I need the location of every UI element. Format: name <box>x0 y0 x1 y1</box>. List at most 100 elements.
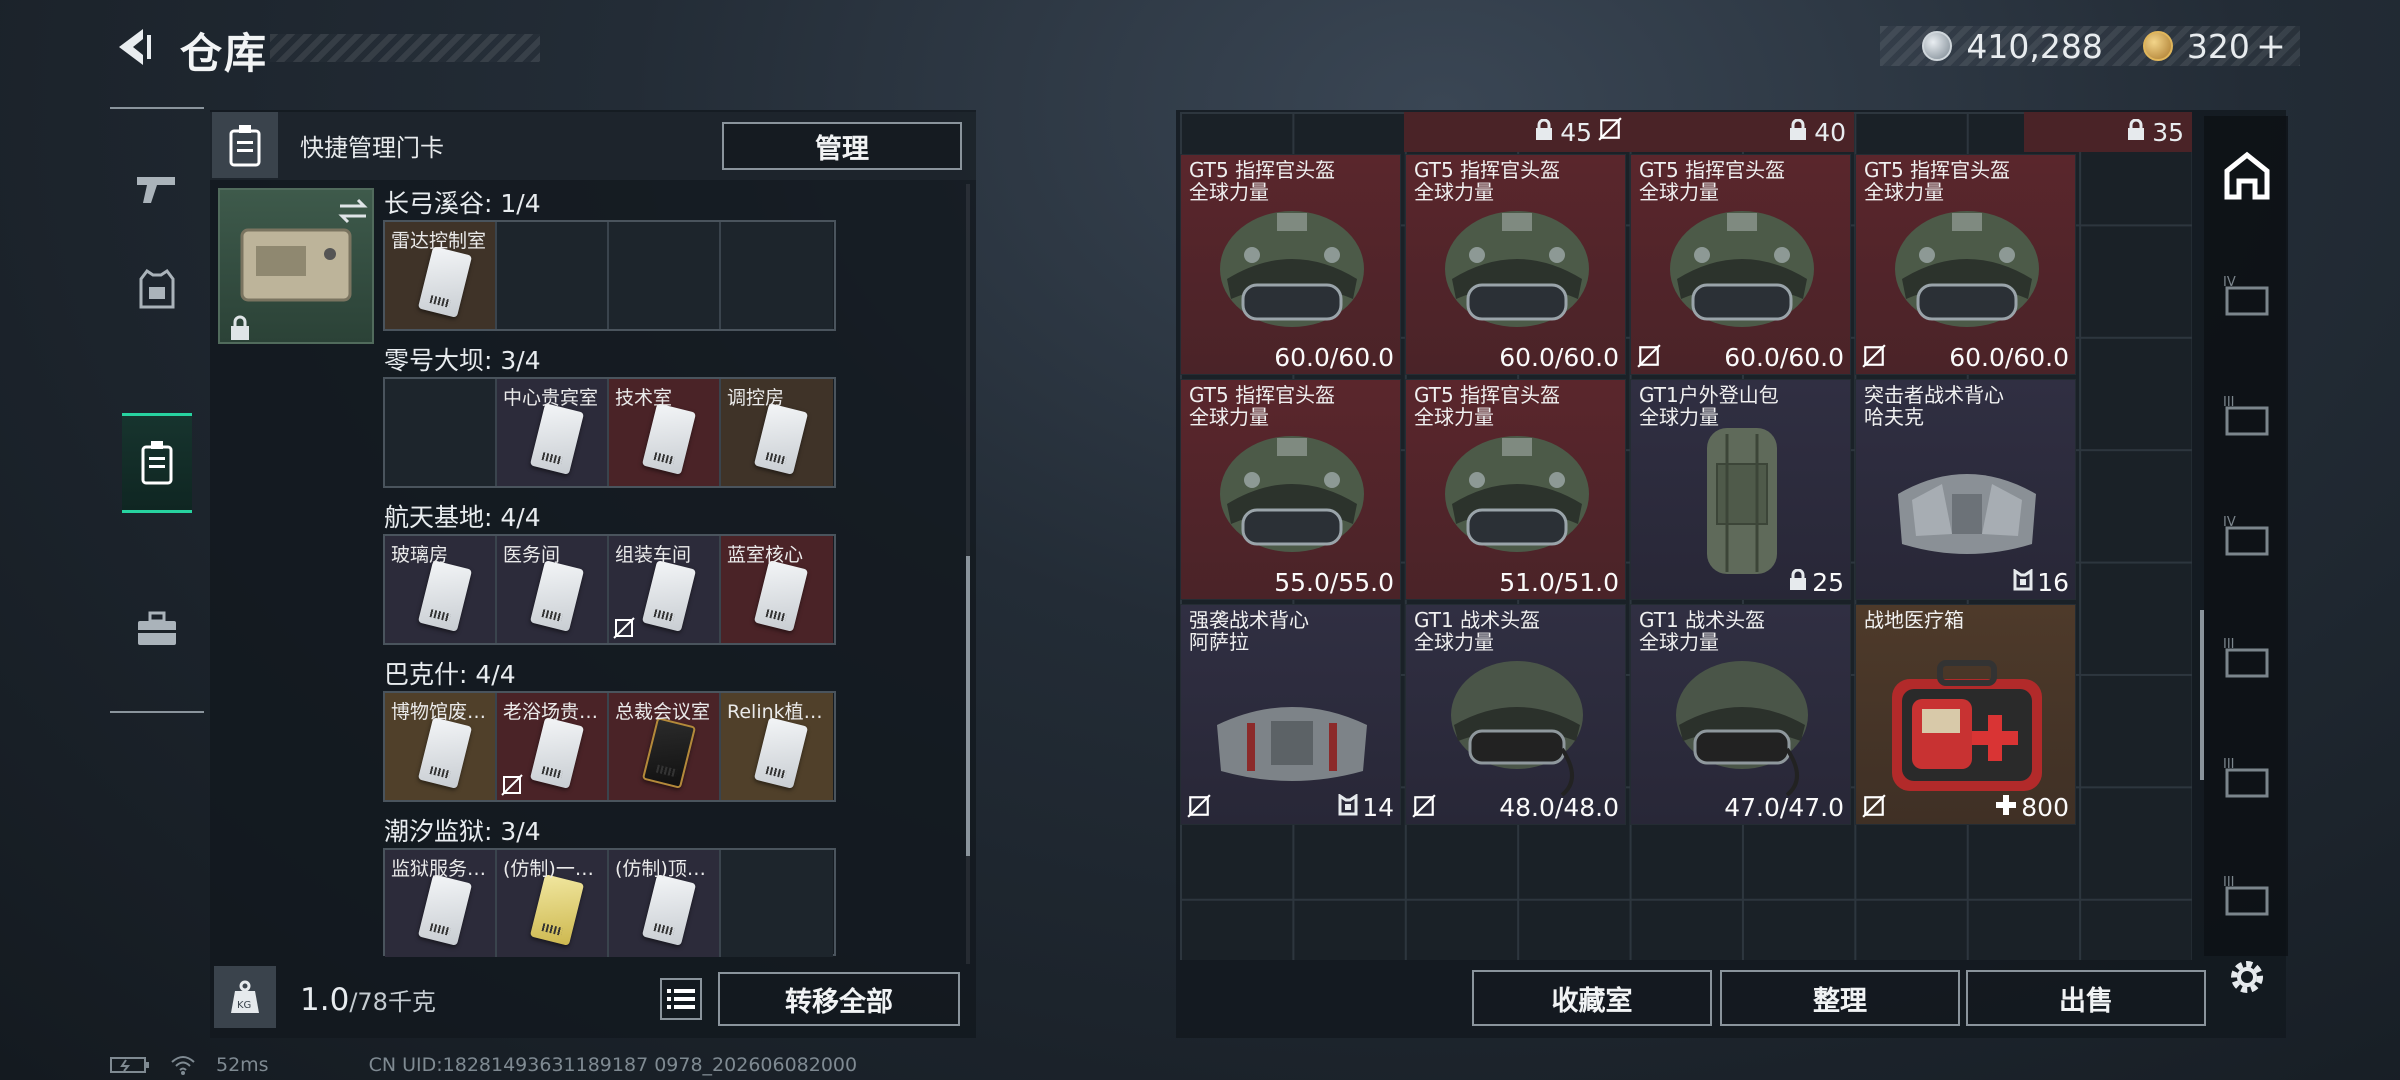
keycard-label: 组装车间 <box>615 544 692 566</box>
partial-item-strip[interactable]: 35 <box>2024 112 2192 152</box>
inventory-item[interactable]: GT5 指挥官头盔 全球力量 60.0/60.0 <box>1405 154 1626 375</box>
battery-icon <box>110 1057 149 1073</box>
nav-gear[interactable] <box>122 239 192 339</box>
item-stat: 14 <box>1338 793 1394 822</box>
empty-keycard-slot[interactable] <box>721 850 833 957</box>
keycard-label: 医务间 <box>503 544 561 566</box>
weight-value: 1.0 <box>300 982 350 1018</box>
storage-tabs-scrollbar[interactable] <box>2200 610 2204 780</box>
capacity-icon <box>1534 118 1554 147</box>
empty-keycard-slot[interactable] <box>497 222 609 329</box>
item-stat: 48.0/48.0 <box>1499 793 1619 822</box>
item-stat-value: 60.0/60.0 <box>1724 343 1844 372</box>
item-stat: 60.0/60.0 <box>1724 343 1844 372</box>
keycard-slot[interactable]: 监狱服务… <box>385 850 497 957</box>
keycard-slot[interactable]: (仿制)顶… <box>609 850 721 957</box>
non-tradeable-icon <box>1862 344 1886 368</box>
tab-storage-iii-2[interactable]: III <box>2216 626 2278 688</box>
toolbox-icon <box>138 611 176 645</box>
sort-button[interactable]: 整理 <box>1720 970 1960 1026</box>
tab-storage-iii-4[interactable]: III <box>2216 864 2278 926</box>
left-category-nav <box>110 107 204 713</box>
keycard-slot[interactable]: 老浴场贵… <box>497 693 609 800</box>
keycard-case-slot[interactable] <box>218 188 374 344</box>
ping-readout: 52ms <box>216 1054 269 1076</box>
keycard-slot[interactable]: 总裁会议室 <box>609 693 721 800</box>
list-view-button[interactable] <box>660 978 702 1020</box>
weight-capacity: /78千克 <box>349 988 436 1016</box>
list-icon <box>667 989 695 1009</box>
keycard-slot[interactable]: 调控房 <box>721 379 833 486</box>
item-stat: 51.0/51.0 <box>1499 568 1619 597</box>
keycard-slot[interactable]: 医务间 <box>497 536 609 643</box>
tab-storage-iv-2[interactable]: IV <box>2216 504 2278 566</box>
keycard-slot[interactable]: 玻璃房 <box>385 536 497 643</box>
keycard-label: 调控房 <box>727 387 785 409</box>
keycard-slot-row: 监狱服务… (仿制)一… (仿制)顶… <box>383 848 836 957</box>
item-stat: 16 <box>2013 568 2069 597</box>
gun-icon <box>137 177 175 203</box>
sell-button[interactable]: 出售 <box>1966 970 2206 1026</box>
page-title: 仓库 <box>180 29 269 78</box>
collection-room-button[interactable]: 收藏室 <box>1472 970 1712 1026</box>
status-bar: 52ms CN UID:18281493631189187 0978_20260… <box>110 1054 857 1076</box>
keycard-label: 老浴场贵… <box>503 701 599 723</box>
nav-toolbox[interactable] <box>122 579 192 679</box>
inventory-item[interactable]: GT5 指挥官头盔 全球力量 60.0/60.0 <box>1855 154 2076 375</box>
partial-item-strip[interactable]: 40 <box>1630 112 1854 152</box>
keycard-image <box>641 560 697 632</box>
tab-storage-iv[interactable]: IV <box>2216 264 2278 326</box>
add-currency-button[interactable]: + <box>2256 26 2286 67</box>
keycard-slot[interactable]: 博物馆废… <box>385 693 497 800</box>
tab-storage-iii[interactable]: III <box>2216 384 2278 446</box>
inventory-item[interactable]: 强袭战术背心 阿萨拉 14 <box>1180 604 1401 825</box>
tab-storage-iii-3[interactable]: III <box>2216 746 2278 808</box>
weight-readout: 1.0/78千克 <box>300 982 436 1018</box>
back-button[interactable] <box>108 22 158 72</box>
inventory-item[interactable]: GT5 指挥官头盔 全球力量 55.0/55.0 <box>1180 379 1401 600</box>
inventory-item[interactable]: GT5 指挥官头盔 全球力量 51.0/51.0 <box>1405 379 1626 600</box>
manage-button[interactable]: 管理 <box>722 122 962 170</box>
inventory-item[interactable]: GT5 指挥官头盔 全球力量 60.0/60.0 <box>1630 154 1851 375</box>
keycard-image <box>753 560 809 632</box>
keycard-slot[interactable]: 组装车间 <box>609 536 721 643</box>
keycard-scrollbar-thumb[interactable] <box>966 556 970 856</box>
gold-coin-icon <box>2142 31 2173 61</box>
keycard-case-icon <box>212 112 278 178</box>
settings-button[interactable] <box>2216 946 2278 1008</box>
keycard-slot[interactable]: 中心贵宾室 <box>497 379 609 486</box>
keycard-image <box>753 717 809 789</box>
nav-weapons[interactable] <box>122 139 192 239</box>
helmet-image <box>1432 199 1602 349</box>
gold-amount: 320 <box>2186 26 2250 66</box>
keycard-slot-row: 中心贵宾室 技术室 调控房 <box>383 377 836 488</box>
item-stat: 55.0/55.0 <box>1274 568 1394 597</box>
inventory-item[interactable]: GT1户外登山包 全球力量 25 <box>1630 379 1851 600</box>
empty-keycard-slot[interactable] <box>385 379 497 486</box>
empty-keycard-slot[interactable] <box>609 222 721 329</box>
silver-coin-icon <box>1922 31 1953 61</box>
keycard-slot[interactable]: (仿制)一… <box>497 850 609 957</box>
keycard-slot[interactable]: 雷达控制室 <box>385 222 497 329</box>
keycard-slot[interactable]: 蓝室核心 <box>721 536 833 643</box>
inventory-item[interactable]: 突击者战术背心 哈夫克 16 <box>1855 379 2076 600</box>
non-tradeable-icon <box>1412 794 1436 818</box>
tab-main-storage[interactable] <box>2216 146 2278 208</box>
inventory-item[interactable]: GT1 战术头盔 全球力量 47.0/47.0 <box>1630 604 1851 825</box>
item-stat: 60.0/60.0 <box>1949 343 2069 372</box>
keycard-label: 博物馆废… <box>391 701 487 723</box>
keycard-label: 总裁会议室 <box>615 701 711 723</box>
inventory-item[interactable]: GT5 指挥官头盔 全球力量 60.0/60.0 <box>1180 154 1401 375</box>
keycard-slot[interactable]: Relink植… <box>721 693 833 800</box>
capacity-icon <box>2126 118 2146 147</box>
keycard-slot[interactable]: 技术室 <box>609 379 721 486</box>
inventory-item[interactable]: 战地医疗箱 800 <box>1855 604 2076 825</box>
transfer-all-button[interactable]: 转移全部 <box>718 972 960 1026</box>
empty-keycard-slot[interactable] <box>721 222 833 329</box>
capacity-icon <box>1788 118 1808 147</box>
medkit-image <box>1882 649 2052 799</box>
partial-item-strip[interactable]: 45 <box>1404 112 1630 152</box>
nav-keycards[interactable] <box>122 413 192 513</box>
inventory-item[interactable]: GT1 战术头盔 全球力量 48.0/48.0 <box>1405 604 1626 825</box>
swap-icon[interactable] <box>336 196 370 226</box>
